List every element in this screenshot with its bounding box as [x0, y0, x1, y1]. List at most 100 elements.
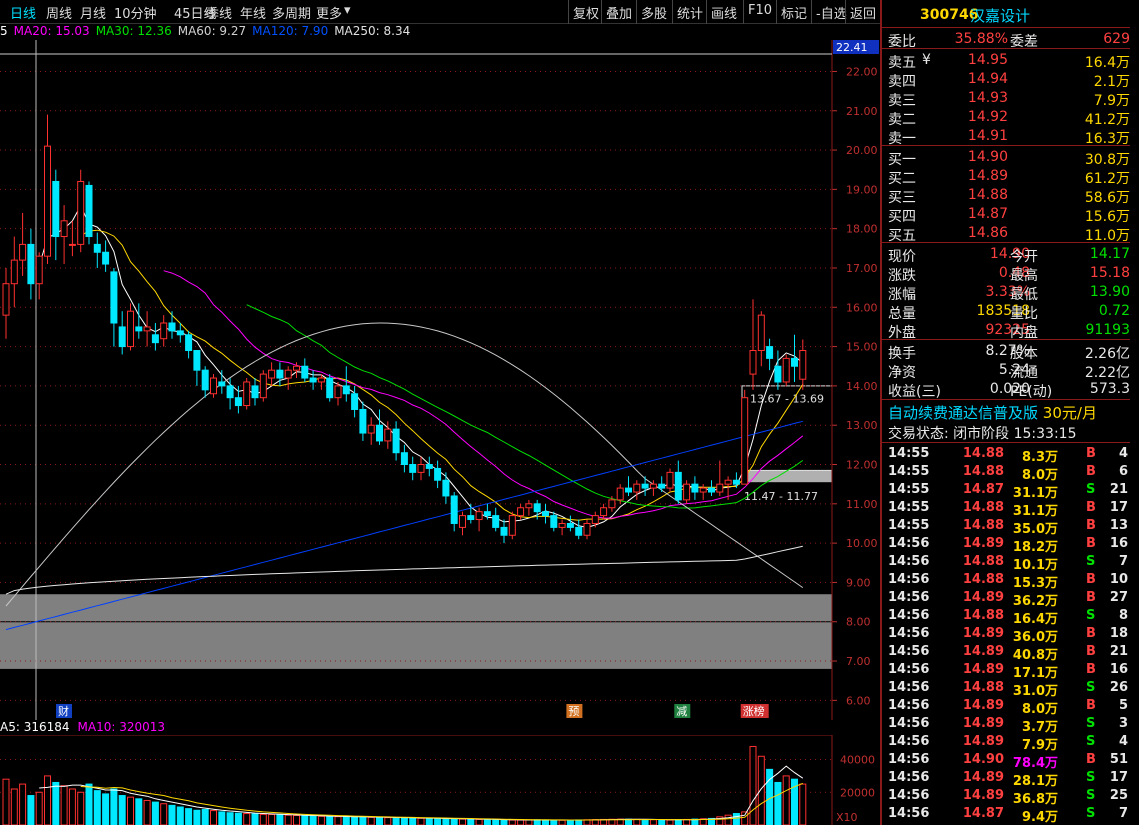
period-tab[interactable]: 周线	[46, 3, 72, 22]
volume-bar[interactable]	[508, 819, 516, 825]
tick-row[interactable]: 14:56 14.89 36.2万 B 27	[882, 589, 1132, 609]
volume-bar[interactable]	[367, 816, 375, 825]
tick-row[interactable]: 14:56 14.87 9.4万 S 7	[882, 805, 1132, 825]
candle[interactable]	[77, 169, 85, 253]
volume-bar[interactable]	[533, 819, 541, 825]
candle[interactable]	[782, 354, 790, 386]
volume-bar[interactable]	[799, 783, 807, 825]
toolbar-button[interactable]: -自选	[816, 3, 847, 22]
volume-bar[interactable]	[417, 817, 425, 825]
volume-bar[interactable]	[102, 793, 110, 825]
volume-bar[interactable]	[276, 814, 284, 825]
volume-bar[interactable]	[193, 809, 201, 825]
volume-bar[interactable]	[317, 815, 325, 825]
volume-bar[interactable]	[127, 796, 134, 825]
candle[interactable]	[243, 378, 251, 410]
volume-bar[interactable]	[160, 803, 168, 825]
volume-bar[interactable]	[309, 815, 317, 825]
tick-row[interactable]: 14:56 14.88 31.0万 S 26	[882, 679, 1132, 699]
tick-row[interactable]: 14:56 14.89 36.8万 S 25	[882, 787, 1132, 807]
tick-row[interactable]: 14:56 14.89 3.7万 S 3	[882, 715, 1132, 735]
volume-bar[interactable]	[10, 788, 18, 825]
volume-bar[interactable]	[757, 755, 765, 825]
candle[interactable]	[210, 374, 217, 398]
volume-bar[interactable]	[434, 818, 442, 825]
volume-bar[interactable]	[268, 814, 276, 825]
candle[interactable]	[259, 370, 267, 402]
period-tab[interactable]: 年线	[240, 3, 266, 22]
toolbar-button[interactable]: 画线	[711, 3, 737, 22]
volume-bar[interactable]	[492, 819, 500, 825]
toolbar-button[interactable]: 多股	[641, 3, 667, 22]
volume-bar[interactable]	[774, 781, 782, 825]
volume-bar[interactable]	[558, 819, 566, 825]
volume-bar[interactable]	[234, 812, 242, 825]
volume-bar[interactable]	[425, 817, 433, 825]
volume-bar[interactable]	[60, 785, 68, 825]
toolbar-button[interactable]: 标记	[781, 3, 807, 22]
volume-bar[interactable]	[259, 813, 267, 825]
volume-bar[interactable]	[77, 791, 85, 825]
tick-row[interactable]: 14:55 14.88 31.1万 B 17	[882, 499, 1132, 519]
volume-bar[interactable]	[168, 804, 176, 825]
volume-bar[interactable]	[284, 814, 292, 825]
period-tab[interactable]: 更多	[316, 3, 342, 22]
volume-bar[interactable]	[334, 816, 342, 825]
volume-bar[interactable]	[782, 775, 790, 825]
tick-row[interactable]: 14:56 14.89 36.0万 B 18	[882, 625, 1132, 645]
more-dropdown-icon[interactable]: ▾	[344, 3, 351, 18]
tick-row[interactable]: 14:56 14.88 10.1万 S 7	[882, 553, 1132, 573]
volume-bar[interactable]	[741, 811, 749, 825]
volume-bar[interactable]	[19, 783, 27, 825]
candle[interactable]	[683, 480, 691, 504]
tick-row[interactable]: 14:56 14.89 17.1万 B 16	[882, 661, 1132, 681]
volume-bar[interactable]	[35, 791, 43, 825]
candle[interactable]	[85, 181, 93, 245]
period-tab[interactable]: 日线	[10, 3, 36, 22]
volume-bar[interactable]	[2, 778, 10, 825]
promo-banner[interactable]: 自动续费通达信普及版 30元/月	[888, 402, 1097, 423]
volume-bar[interactable]	[517, 819, 525, 825]
tick-row[interactable]: 14:56 14.89 18.2万 B 16	[882, 535, 1132, 555]
volume-bar[interactable]	[384, 817, 392, 825]
volume-bar[interactable]	[27, 795, 35, 825]
volume-bar[interactable]	[226, 812, 234, 825]
volume-bar[interactable]	[649, 819, 657, 825]
tick-row[interactable]: 14:56 14.90 78.4万 B 51	[882, 751, 1132, 771]
volume-bar[interactable]	[185, 808, 193, 825]
period-tab[interactable]: 10分钟	[114, 3, 157, 22]
volume-bar[interactable]	[467, 818, 475, 825]
volume-bar[interactable]	[376, 816, 383, 825]
volume-bar[interactable]	[218, 811, 226, 825]
toolbar-button[interactable]: 返回	[850, 3, 876, 22]
tick-row[interactable]: 14:56 14.89 7.9万 S 4	[882, 733, 1132, 753]
tick-row[interactable]: 14:55 14.88 8.3万 B 4	[882, 445, 1132, 465]
volume-bar[interactable]	[475, 818, 483, 825]
toolbar-button[interactable]: 统计	[677, 3, 703, 22]
volume-bar[interactable]	[658, 819, 666, 825]
volume-bar[interactable]	[749, 745, 757, 825]
volume-bar[interactable]	[732, 813, 740, 825]
volume-bar[interactable]	[566, 819, 574, 825]
volume-bar[interactable]	[666, 819, 674, 825]
volume-bar[interactable]	[93, 790, 101, 825]
volume-bar[interactable]	[201, 808, 209, 825]
volume-bar[interactable]	[251, 813, 259, 825]
tick-row[interactable]: 14:56 14.89 28.1万 S 17	[882, 769, 1132, 789]
volume-bar[interactable]	[293, 815, 300, 825]
toolbar-button[interactable]: F10	[748, 3, 772, 18]
volume-bar[interactable]	[118, 795, 126, 825]
volume-bar[interactable]	[301, 815, 309, 825]
tick-row[interactable]: 14:56 14.88 15.3万 B 10	[882, 571, 1132, 591]
toolbar-button[interactable]: 复权	[573, 3, 599, 22]
volume-bar[interactable]	[641, 819, 649, 825]
volume-chart[interactable]: 40000 20000 X10	[0, 735, 880, 825]
volume-bar[interactable]	[633, 818, 641, 825]
tick-row[interactable]: 14:56 14.88 16.4万 S 8	[882, 607, 1132, 627]
volume-bar[interactable]	[176, 806, 184, 825]
tick-row[interactable]: 14:56 14.89 8.0万 B 5	[882, 697, 1132, 717]
volume-bar[interactable]	[151, 801, 159, 825]
volume-bar[interactable]	[135, 798, 143, 825]
volume-bar[interactable]	[52, 781, 60, 825]
toolbar-button[interactable]: 叠加	[606, 3, 632, 22]
